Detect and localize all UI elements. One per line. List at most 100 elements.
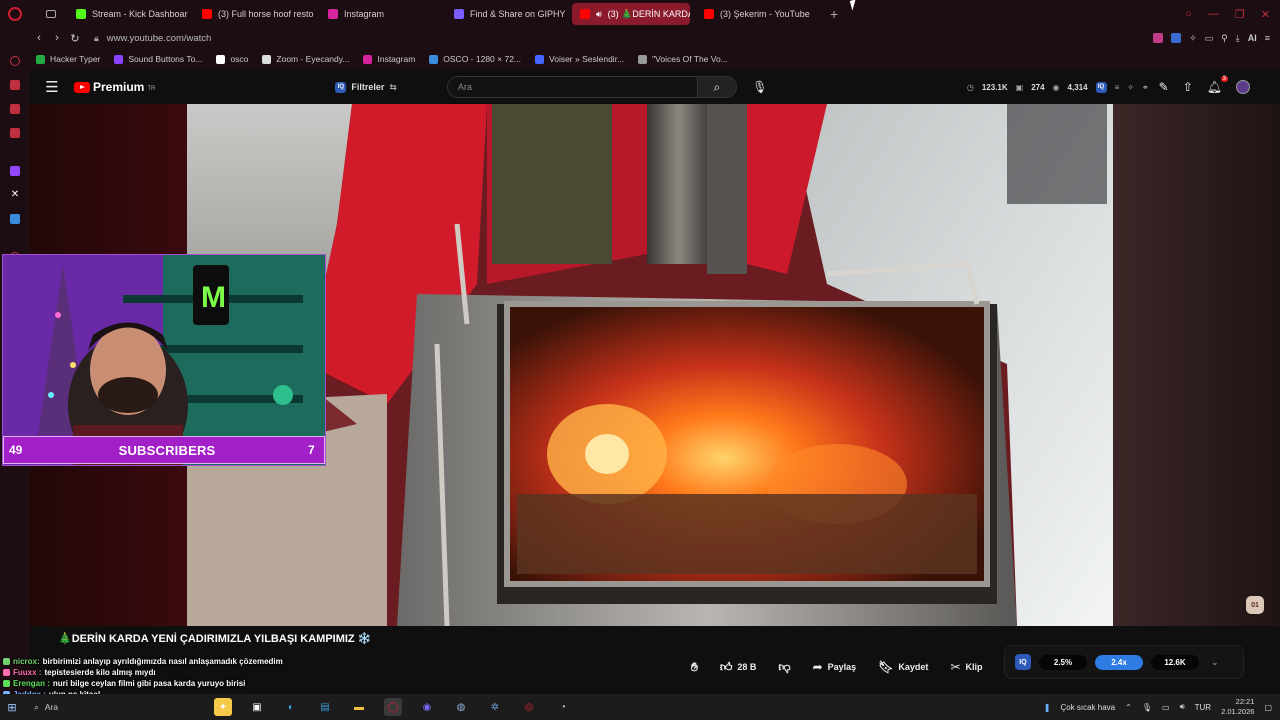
bookmark-item[interactable]: Instagram [363,54,415,64]
filters-button[interactable]: IQ Filtreler ⇆ [335,81,397,93]
url-field[interactable]: www.youtube.com/watch [107,33,212,44]
minimize-button[interactable]: — [1208,8,1219,21]
bookmark-item[interactable]: OSCO - 1280 × 72... [429,54,521,64]
windows-start-icon[interactable]: ⊞ [0,701,24,714]
sidebar-aria-icon[interactable] [10,56,20,66]
tray-chevron-icon[interactable]: ⌃ [1125,703,1132,712]
task-view-icon[interactable]: ▣ [248,698,266,716]
obs-icon[interactable]: ◔ [554,698,572,716]
search-input[interactable]: Ara [446,76,697,98]
extensions-area: ✧ ▭ ⚲ ⤓ AI ≡ [1153,33,1280,44]
weather-icon[interactable]: ❚ [1044,703,1051,712]
subscriber-goal: 7 [308,443,315,457]
weather-label[interactable]: Çok sıcak hava [1060,703,1115,712]
bookmark-item[interactable]: Voiser » Seslendir... [535,54,624,64]
browser-tab[interactable]: Find & Share on GIPHY [446,3,566,25]
browser-tab[interactable]: (3) Full horse hoof restora [194,3,314,25]
bookmarks-bar: Hacker Typer Sound Buttons To... osco Zoom … [30,48,1280,70]
file-explorer-icon[interactable]: ▬ [350,698,368,716]
create-icon[interactable]: ✎ [1159,80,1169,94]
store-icon[interactable]: ▤ [316,698,334,716]
bookmark-item[interactable]: Zoom - Eyecandy... [262,54,349,64]
extension-icon[interactable] [1153,33,1164,43]
widgets-icon[interactable]: ✦ [214,698,232,716]
browser-tab[interactable]: Stream - Kick Dashboard [68,3,188,25]
chat-text: birbirimizi anlayıp ayrıldığımızda nasıl… [42,657,283,666]
clock[interactable]: 22:21 2.01.2026 [1221,697,1254,717]
volume-icon[interactable]: 🔊︎ [1180,702,1185,712]
like-button[interactable]: 👍︎ 28 B [714,656,763,678]
sidebar-extension-icon[interactable] [10,214,20,224]
bookmark-item[interactable]: osco [216,54,248,64]
youtube-play-icon [74,81,90,93]
speed-pill-2[interactable]: 2.4x [1095,654,1143,670]
search-icon: ⌕ [34,701,39,712]
discord-icon[interactable]: ◉ [418,698,436,716]
avatar[interactable] [1236,80,1250,94]
hamburger-menu-icon[interactable]: ☰ [30,78,74,96]
menu-icon[interactable]: ≡ [1265,33,1270,43]
browser-tab[interactable]: 🔊︎ (3) 🎄DERİN KARDA Y [572,3,690,25]
taskbar-search[interactable]: ⌕ Ara [24,697,174,717]
bookmark-item[interactable]: Sound Buttons To... [114,54,202,64]
edge-icon[interactable]: ◐ [282,698,300,716]
thanks-icon[interactable]: ✋︎ [685,656,704,678]
speed-pill-1[interactable]: 2.5% [1039,654,1087,670]
sidebar-whatsapp-icon[interactable] [10,104,20,114]
search-button[interactable]: ⌕ [696,76,737,98]
search-tabs-icon[interactable]: ○ [1185,8,1192,21]
network-icon[interactable]: ▭ [1162,703,1170,712]
tab-grid-icon[interactable] [40,3,62,25]
bookmark-item[interactable]: Hacker Typer [36,54,100,64]
notification-center-icon[interactable]: ▢ [1264,703,1272,712]
ai-button[interactable]: AI [1248,33,1257,43]
windows-taskbar: ⊞ ⌕ Ara ✦ ▣ ◐ ▤ ▬ ◯ ◉ ◍ ✲ ◎ ◔ ❚ Çok sıca… [0,694,1280,720]
browser-tab[interactable]: (3) Şekerim - YouTube [696,3,816,25]
sparkle-icon[interactable]: ✧ [1127,83,1134,92]
reload-button[interactable]: ↻ [66,32,84,45]
new-tab-button[interactable]: + [822,6,846,22]
channel-watermark[interactable]: 01 [1246,596,1264,614]
speed-pill-3[interactable]: 12.6K [1151,654,1199,670]
language-indicator[interactable]: TUR [1195,703,1211,712]
sidebar-twitch-icon[interactable] [10,166,20,176]
opera-gx-icon[interactable]: ◎ [520,698,538,716]
tab-favicon-icon [202,9,212,19]
browser-tab[interactable]: Instagram [320,3,440,25]
notifications-button[interactable]: 🔔︎ 3 [1207,76,1228,94]
dislike-button[interactable]: 👎︎ [772,656,796,678]
address-bar: ‹ › ↻ 🔒︎ www.youtube.com/watch ✧ ▭ ⚲ ⤓ A… [0,28,1280,48]
close-window-button[interactable]: ✕ [1261,8,1270,21]
settings-icon[interactable]: ✲ [486,698,504,716]
back-button[interactable]: ‹ [30,32,48,44]
steam-icon[interactable]: ◍ [452,698,470,716]
chevron-down-icon[interactable]: ⌄ [1211,657,1219,668]
voice-search-button[interactable]: 🎙︎ [749,76,771,98]
save-button[interactable]: 🔖︎ Kaydet [872,656,934,678]
system-tray: ❚ Çok sıcak hava ⌃ 🎙︎ ▭ 🔊︎ TUR 22:21 2.0… [1044,697,1280,717]
sidebar-messenger-icon[interactable] [10,80,20,90]
iq-extension-icon[interactable]: IQ [1095,81,1107,93]
opera-menu-button[interactable] [0,0,30,28]
microphone-tray-icon[interactable]: 🎙︎ [1142,703,1152,712]
dislike-icon: 👎︎ [778,659,791,674]
upload-icon[interactable]: ⇧ [1183,80,1193,94]
bookmark-item[interactable]: "Voices Of The Vo... [638,54,728,64]
forward-button[interactable]: › [48,32,66,44]
link-icon[interactable]: ⚭ [1142,83,1149,92]
webcam-image: M [3,255,325,465]
puzzle-icon[interactable]: ✧ [1189,33,1197,44]
download-icon[interactable]: ⤓ [1236,33,1240,44]
pin-icon[interactable]: ⚲ [1221,33,1228,44]
clip-button[interactable]: ✂ Klip [944,656,988,678]
wallet-icon[interactable]: ▭ [1205,33,1214,44]
extension-icon[interactable] [1171,33,1182,43]
sidebar-x-icon[interactable]: ✕ [10,190,20,200]
opera-taskbar-icon[interactable]: ◯ [384,698,402,716]
share-button[interactable]: ➦ Paylaş [807,656,863,678]
list-icon[interactable]: ≡ [1115,83,1120,92]
youtube-logo[interactable]: Premium TR [74,80,155,94]
maximize-button[interactable]: ❐ [1235,8,1245,21]
tab-audio-icon[interactable]: 🔊︎ [596,9,602,20]
sidebar-instagram-icon[interactable] [10,128,20,138]
